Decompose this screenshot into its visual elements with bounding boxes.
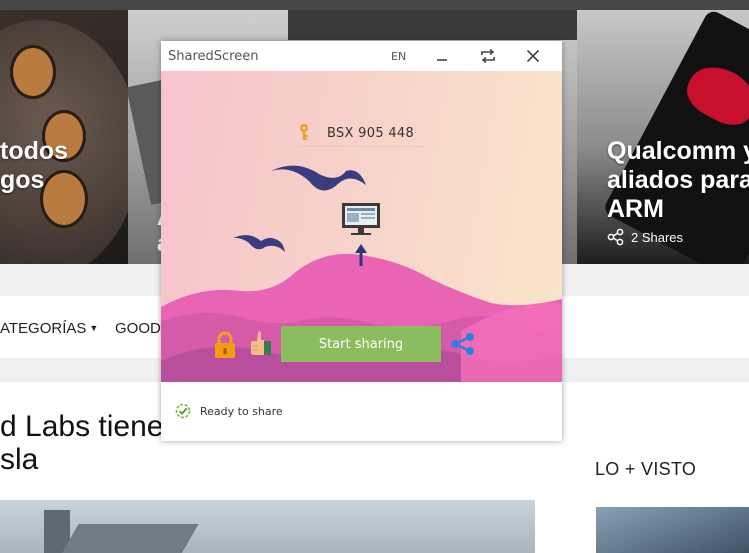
article-title-line: sla	[0, 443, 39, 476]
sidebar-heading: LO + VISTO	[595, 459, 697, 479]
monitor-icon	[342, 203, 380, 235]
hero-right-title-line: aliados para	[607, 166, 749, 194]
sidebar-thumbnail[interactable]	[596, 507, 749, 553]
caret-down-icon: ▼	[89, 323, 99, 333]
access-code: BSX 905 448	[327, 126, 415, 141]
hero-left-title[interactable]: todos gos	[0, 137, 68, 195]
start-sharing-button[interactable]: Start sharing	[281, 326, 441, 362]
lock-icon[interactable]	[213, 331, 237, 359]
nav-item-label: GOOD	[115, 320, 161, 337]
hero-left-title-line: todos	[0, 137, 69, 165]
hero-right-shares[interactable]: 2 Shares	[607, 228, 683, 246]
access-code-field[interactable]: BSX 905 448	[298, 123, 426, 147]
share-scene: BSX 905 448 Start sharing	[161, 71, 562, 382]
minimize-button[interactable]	[429, 44, 455, 68]
bird-shape	[271, 165, 366, 191]
refresh-window-icon	[481, 48, 495, 64]
close-icon	[526, 49, 540, 63]
shares-count: 2 Shares	[631, 229, 684, 245]
status-text: Ready to share	[200, 404, 283, 418]
article-title[interactable]: d Labs tiene sla	[0, 410, 163, 476]
sharedscreen-window: SharedScreen EN BSX 905 448 Start sharin…	[161, 41, 562, 441]
building-roof	[61, 524, 199, 553]
status-bar: Ready to share	[175, 403, 283, 419]
hero-middle-image-strip	[288, 10, 577, 40]
cartoon-face	[10, 45, 56, 99]
share-icon	[607, 228, 624, 246]
article-title-line: d Labs tiene	[0, 410, 164, 443]
nav-item-categories[interactable]: ATEGORÍAS ▼	[0, 320, 98, 337]
page: todos gos A a Qualcomm y aliados para AR…	[0, 0, 749, 553]
window-titlebar[interactable]: SharedScreen EN	[161, 41, 562, 71]
language-selector[interactable]: EN	[391, 50, 406, 63]
browser-top-bar	[0, 0, 749, 10]
hero-left-title-line: gos	[0, 166, 45, 194]
app-title: SharedScreen	[168, 49, 259, 64]
key-icon	[300, 124, 308, 140]
nav-item-good[interactable]: GOOD	[115, 320, 161, 337]
thumbs-up-icon[interactable]	[249, 329, 273, 357]
close-button[interactable]	[520, 44, 546, 68]
article-image[interactable]	[0, 500, 535, 553]
bird-shape	[233, 235, 285, 252]
share-icon[interactable]	[450, 332, 476, 356]
minimize-icon	[437, 59, 447, 61]
hero-right-title[interactable]: Qualcomm y aliados para ARM	[607, 137, 749, 224]
hero-right-title-line: Qualcomm y	[607, 137, 749, 165]
nav-item-label: ATEGORÍAS	[0, 320, 87, 337]
check-circle-icon	[175, 403, 191, 419]
popout-button[interactable]	[475, 44, 501, 68]
hero-right-title-line: ARM	[607, 195, 664, 223]
